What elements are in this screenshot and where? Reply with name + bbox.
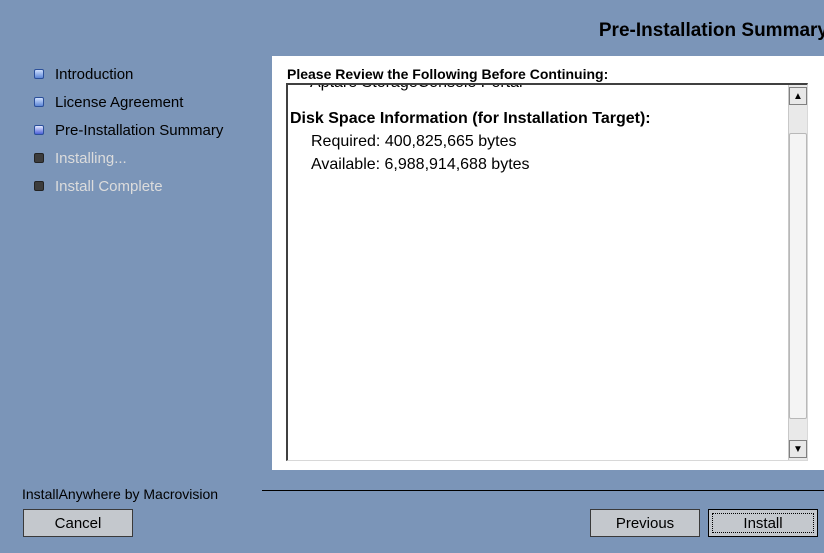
square-bullet-icon — [34, 181, 44, 191]
step-label: License Agreement — [55, 94, 184, 111]
cancel-button[interactable]: Cancel — [23, 509, 133, 537]
step-label: Installing... — [55, 150, 127, 167]
previous-button[interactable]: Previous — [590, 509, 700, 537]
up-arrow-icon[interactable]: ▲ — [789, 87, 807, 105]
step-pre-installation-summary: Pre-Installation Summary — [34, 122, 223, 150]
summary-panel: Please Review the Following Before Conti… — [272, 56, 824, 470]
scroll-thumb[interactable] — [789, 133, 807, 419]
down-arrow-icon[interactable]: ▼ — [789, 440, 807, 458]
footer-divider — [262, 490, 824, 491]
square-bullet-icon — [34, 97, 44, 107]
summary-text-area[interactable]: Aptare StorageConsole Portal Disk Space … — [286, 83, 808, 461]
square-bullet-icon — [34, 153, 44, 163]
step-install-complete: Install Complete — [34, 178, 223, 206]
step-label: Introduction — [55, 66, 134, 83]
step-installing: Installing... — [34, 150, 223, 178]
install-button[interactable]: Install — [708, 509, 818, 537]
available-space: Available: 6,988,914,688 bytes — [311, 156, 530, 173]
step-list: Introduction License Agreement Pre-Insta… — [34, 66, 223, 206]
vendor-label: InstallAnywhere by Macrovision — [22, 486, 219, 502]
disk-space-title: Disk Space Information (for Installation… — [290, 110, 651, 127]
step-label: Pre-Installation Summary — [55, 122, 224, 139]
step-label: Install Complete — [55, 178, 163, 195]
product-name-line: Aptare StorageConsole Portal — [290, 85, 787, 93]
page-title: Pre-Installation Summary — [598, 20, 824, 41]
summary-text: Aptare StorageConsole Portal Disk Space … — [290, 85, 787, 175]
square-bullet-icon — [34, 69, 44, 79]
panel-heading: Please Review the Following Before Conti… — [287, 66, 609, 82]
step-license-agreement: License Agreement — [34, 94, 223, 122]
focus-ring — [712, 513, 814, 533]
step-introduction: Introduction — [34, 66, 223, 94]
square-bullet-icon — [34, 125, 44, 135]
vertical-scrollbar[interactable]: ▲ ▼ — [788, 85, 807, 460]
required-space: Required: 400,825,665 bytes — [311, 133, 517, 150]
